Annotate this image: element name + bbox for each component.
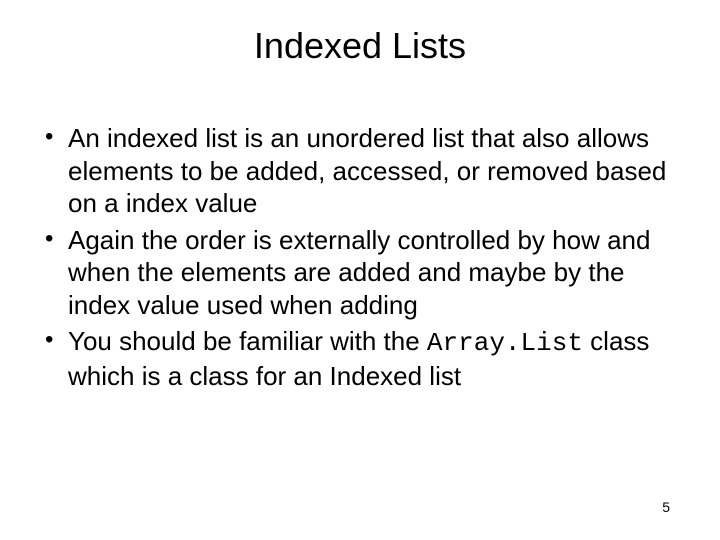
list-item: An indexed list is an unordered list tha… xyxy=(40,122,690,220)
list-item: Again the order is externally controlled… xyxy=(40,224,690,322)
page-number: 5 xyxy=(662,499,670,515)
bullet-text-prefix: You should be familiar with the xyxy=(68,326,427,356)
slide-title: Indexed Lists xyxy=(30,25,690,67)
code-text: Array.List xyxy=(427,328,583,358)
slide-container: Indexed Lists An indexed list is an unor… xyxy=(0,0,720,540)
bullet-list: An indexed list is an unordered list tha… xyxy=(40,122,690,392)
bullet-text: An indexed list is an unordered list tha… xyxy=(68,123,666,218)
list-item: You should be familiar with the Array.Li… xyxy=(40,325,690,392)
slide-content: An indexed list is an unordered list tha… xyxy=(30,122,690,392)
bullet-text: Again the order is externally controlled… xyxy=(68,225,650,320)
